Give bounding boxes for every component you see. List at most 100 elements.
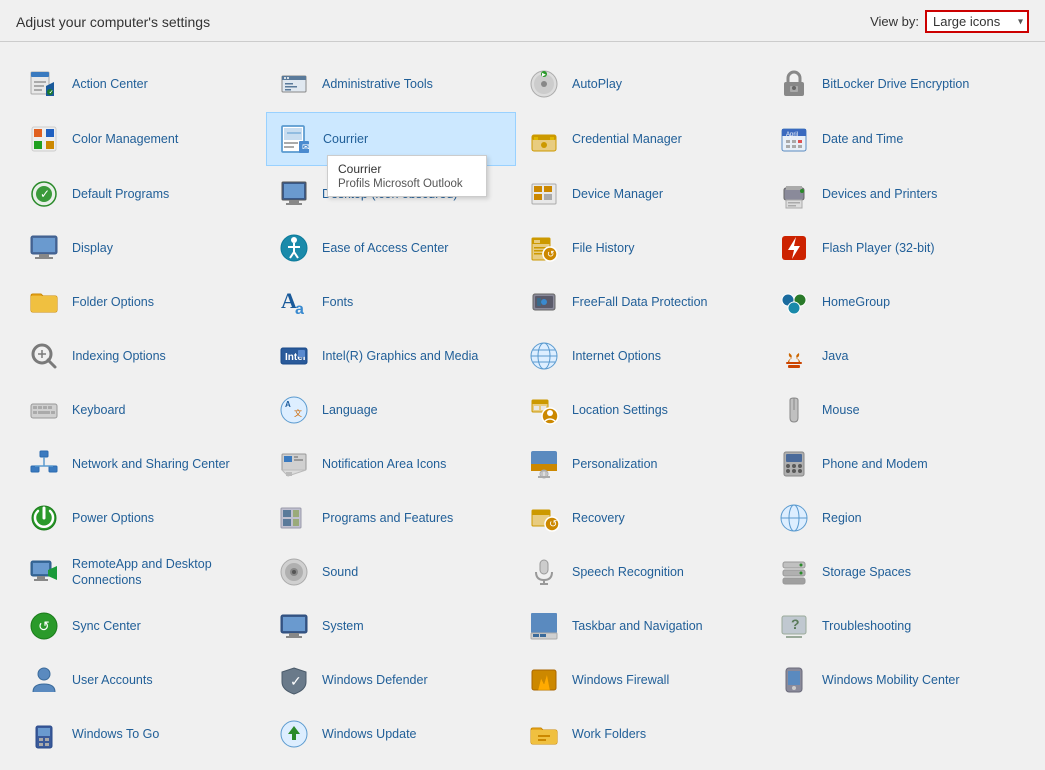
control-panel-item-system[interactable]: System bbox=[266, 600, 516, 652]
control-panel-item-file-history[interactable]: ↺File History bbox=[516, 222, 766, 274]
win-mobility-label[interactable]: Windows Mobility Center bbox=[822, 672, 960, 688]
control-panel-item-user-accounts[interactable]: User Accounts bbox=[16, 654, 266, 706]
taskbar-label[interactable]: Taskbar and Navigation bbox=[572, 618, 703, 634]
mouse-label[interactable]: Mouse bbox=[822, 402, 860, 418]
control-panel-item-internet-opts[interactable]: Internet Options bbox=[516, 330, 766, 382]
device-mgr-label[interactable]: Device Manager bbox=[572, 186, 663, 202]
control-panel-item-network[interactable]: Network and Sharing Center bbox=[16, 438, 266, 490]
control-panel-item-credential[interactable]: Credential Manager bbox=[516, 112, 766, 166]
java-label[interactable]: Java bbox=[822, 348, 848, 364]
control-panel-item-color-mgmt[interactable]: Color Management bbox=[16, 112, 266, 166]
control-panel-item-taskbar[interactable]: Taskbar and Navigation bbox=[516, 600, 766, 652]
work-folders-label[interactable]: Work Folders bbox=[572, 726, 646, 742]
control-panel-item-language[interactable]: A文Language bbox=[266, 384, 516, 436]
control-panel-item-region[interactable]: Region bbox=[766, 492, 1016, 544]
internet-opts-label[interactable]: Internet Options bbox=[572, 348, 661, 364]
speech-label[interactable]: Speech Recognition bbox=[572, 564, 684, 580]
location-label[interactable]: Location Settings bbox=[572, 402, 668, 418]
troubleshoot-label[interactable]: Troubleshooting bbox=[822, 618, 911, 634]
control-panel-item-display[interactable]: Display bbox=[16, 222, 266, 274]
bitlocker-label[interactable]: BitLocker Drive Encryption bbox=[822, 76, 969, 92]
win-update-label[interactable]: Windows Update bbox=[322, 726, 417, 742]
devices-printers-label[interactable]: Devices and Printers bbox=[822, 186, 937, 202]
recovery-label[interactable]: Recovery bbox=[572, 510, 625, 526]
control-panel-item-recovery[interactable]: ↺Recovery bbox=[516, 492, 766, 544]
display-label[interactable]: Display bbox=[72, 240, 113, 256]
control-panel-item-devices-printers[interactable]: Devices and Printers bbox=[766, 168, 1016, 220]
credential-label[interactable]: Credential Manager bbox=[572, 131, 682, 147]
region-label[interactable]: Region bbox=[822, 510, 862, 526]
sound-label[interactable]: Sound bbox=[322, 564, 358, 580]
control-panel-item-admin-tools[interactable]: Administrative Tools bbox=[266, 58, 516, 110]
control-panel-item-sound[interactable]: Sound bbox=[266, 546, 516, 598]
indexing-label[interactable]: Indexing Options bbox=[72, 348, 166, 364]
homegroup-label[interactable]: HomeGroup bbox=[822, 294, 890, 310]
control-panel-item-device-mgr[interactable]: Device Manager bbox=[516, 168, 766, 220]
flash-label[interactable]: Flash Player (32-bit) bbox=[822, 240, 935, 256]
desktop-label[interactable]: Desktop (icon obscured) bbox=[322, 186, 457, 202]
control-panel-item-date-time[interactable]: AprilDate and Time bbox=[766, 112, 1016, 166]
control-panel-item-action-center[interactable]: ✓Action Center bbox=[16, 58, 266, 110]
progs-features-label[interactable]: Programs and Features bbox=[322, 510, 453, 526]
view-select-wrapper[interactable]: Large icons Small icons Category ▾ bbox=[925, 10, 1029, 33]
control-panel-item-win-update[interactable]: Windows Update bbox=[266, 708, 516, 760]
control-panel-item-courrier[interactable]: ✉CourrierCourrierProfils Microsoft Outlo… bbox=[266, 112, 516, 166]
system-label[interactable]: System bbox=[322, 618, 364, 634]
intel-graphics-label[interactable]: Intel(R) Graphics and Media bbox=[322, 348, 478, 364]
phone-modem-label[interactable]: Phone and Modem bbox=[822, 456, 928, 472]
control-panel-item-indexing[interactable]: Indexing Options bbox=[16, 330, 266, 382]
control-panel-item-work-folders[interactable]: Work Folders bbox=[516, 708, 766, 760]
control-panel-item-fonts[interactable]: AaFonts bbox=[266, 276, 516, 328]
default-progs-label[interactable]: Default Programs bbox=[72, 186, 169, 202]
admin-tools-label[interactable]: Administrative Tools bbox=[322, 76, 433, 92]
control-panel-item-win-mobility[interactable]: Windows Mobility Center bbox=[766, 654, 1016, 706]
personalization-label[interactable]: Personalization bbox=[572, 456, 657, 472]
control-panel-item-flash[interactable]: Flash Player (32-bit) bbox=[766, 222, 1016, 274]
control-panel-item-win-to-go[interactable]: Windows To Go bbox=[16, 708, 266, 760]
win-to-go-label[interactable]: Windows To Go bbox=[72, 726, 159, 742]
control-panel-item-remoteapp[interactable]: RemoteApp and Desktop Connections bbox=[16, 546, 266, 598]
language-label[interactable]: Language bbox=[322, 402, 378, 418]
remoteapp-label[interactable]: RemoteApp and Desktop Connections bbox=[72, 556, 256, 589]
control-panel-item-phone-modem[interactable]: Phone and Modem bbox=[766, 438, 1016, 490]
control-panel-item-ease-access[interactable]: Ease of Access Center bbox=[266, 222, 516, 274]
network-label[interactable]: Network and Sharing Center bbox=[72, 456, 230, 472]
control-panel-item-freefall[interactable]: FreeFall Data Protection bbox=[516, 276, 766, 328]
file-history-label[interactable]: File History bbox=[572, 240, 635, 256]
control-panel-item-power[interactable]: Power Options bbox=[16, 492, 266, 544]
control-panel-item-intel-graphics[interactable]: IntelIntel(R) Graphics and Media bbox=[266, 330, 516, 382]
sync-label[interactable]: Sync Center bbox=[72, 618, 141, 634]
color-mgmt-label[interactable]: Color Management bbox=[72, 131, 178, 147]
control-panel-item-win-firewall[interactable]: Windows Firewall bbox=[516, 654, 766, 706]
courrier-label[interactable]: Courrier bbox=[323, 131, 368, 147]
freefall-label[interactable]: FreeFall Data Protection bbox=[572, 294, 707, 310]
control-panel-item-progs-features[interactable]: Programs and Features bbox=[266, 492, 516, 544]
notif-label[interactable]: Notification Area Icons bbox=[322, 456, 446, 472]
control-panel-item-autoplay[interactable]: ▶AutoPlay bbox=[516, 58, 766, 110]
control-panel-item-default-progs[interactable]: ✓Default Programs bbox=[16, 168, 266, 220]
control-panel-item-folder-opts[interactable]: Folder Options bbox=[16, 276, 266, 328]
control-panel-item-bitlocker[interactable]: BitLocker Drive Encryption bbox=[766, 58, 1016, 110]
control-panel-item-sync[interactable]: ↺Sync Center bbox=[16, 600, 266, 652]
view-select[interactable]: Large icons Small icons Category bbox=[927, 12, 1027, 31]
fonts-label[interactable]: Fonts bbox=[322, 294, 353, 310]
win-defender-label[interactable]: Windows Defender bbox=[322, 672, 428, 688]
control-panel-item-java[interactable]: Java bbox=[766, 330, 1016, 382]
control-panel-item-troubleshoot[interactable]: ?Troubleshooting bbox=[766, 600, 1016, 652]
action-center-label[interactable]: Action Center bbox=[72, 76, 148, 92]
user-accounts-label[interactable]: User Accounts bbox=[72, 672, 153, 688]
control-panel-item-keyboard[interactable]: Keyboard bbox=[16, 384, 266, 436]
autoplay-label[interactable]: AutoPlay bbox=[572, 76, 622, 92]
control-panel-item-win-defender[interactable]: ✓Windows Defender bbox=[266, 654, 516, 706]
storage-label[interactable]: Storage Spaces bbox=[822, 564, 911, 580]
date-time-label[interactable]: Date and Time bbox=[822, 131, 903, 147]
control-panel-item-desktop[interactable]: Desktop (icon obscured) bbox=[266, 168, 516, 220]
control-panel-item-notif[interactable]: Notification Area Icons bbox=[266, 438, 516, 490]
ease-access-label[interactable]: Ease of Access Center bbox=[322, 240, 448, 256]
control-panel-item-location[interactable]: Location Settings bbox=[516, 384, 766, 436]
win-firewall-label[interactable]: Windows Firewall bbox=[572, 672, 669, 688]
control-panel-item-homegroup[interactable]: HomeGroup bbox=[766, 276, 1016, 328]
keyboard-label[interactable]: Keyboard bbox=[72, 402, 126, 418]
control-panel-item-personalization[interactable]: Personalization bbox=[516, 438, 766, 490]
control-panel-item-mouse[interactable]: Mouse bbox=[766, 384, 1016, 436]
